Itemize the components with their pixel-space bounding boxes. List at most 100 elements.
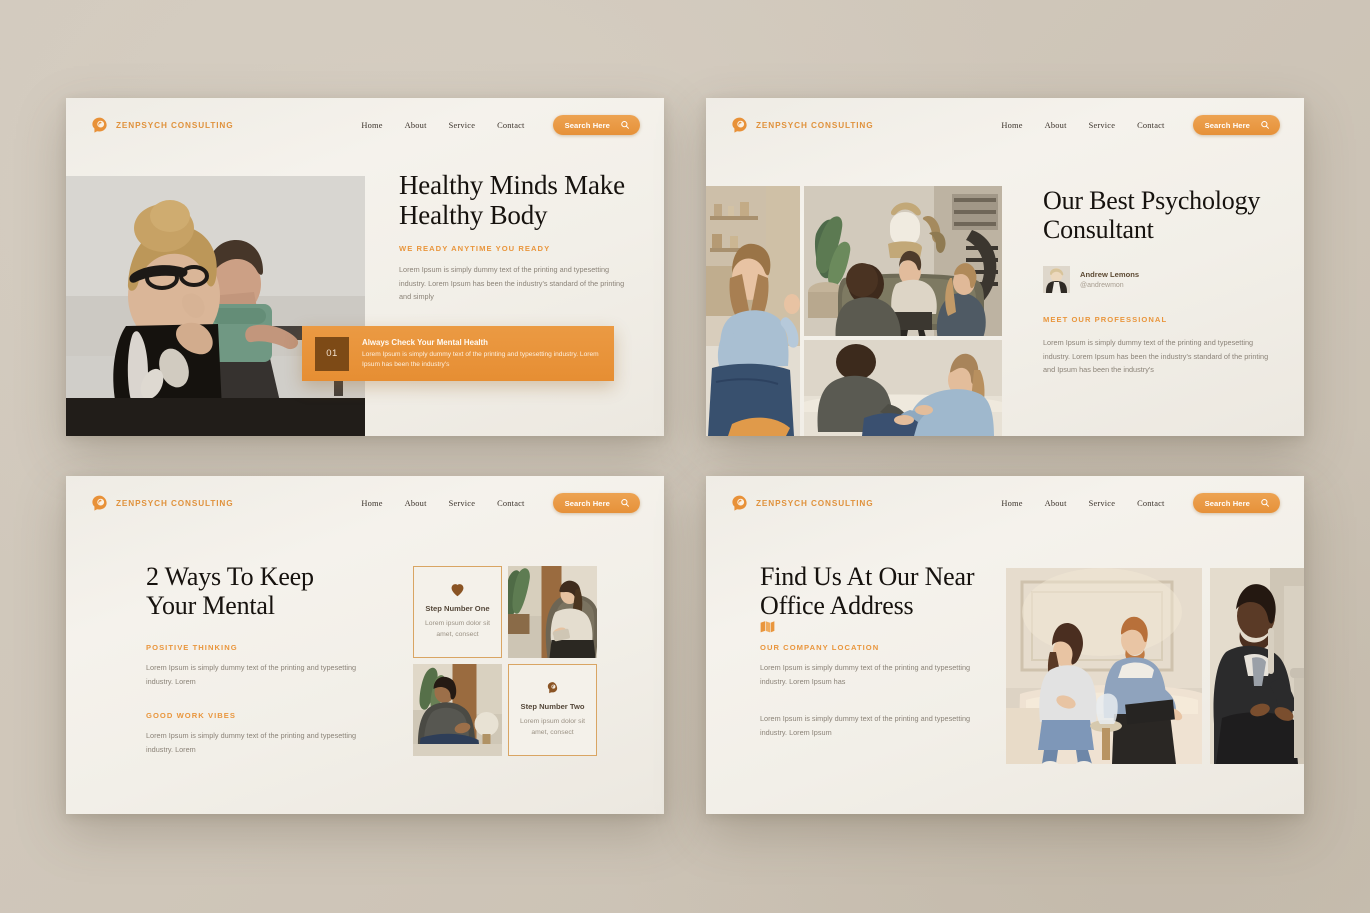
- nav-item-home[interactable]: Home: [361, 499, 382, 508]
- hero-copy: Healthy Minds Make Healthy Body WE READY…: [399, 170, 637, 304]
- nav-item-service[interactable]: Service: [1089, 121, 1116, 130]
- avatar: [1043, 266, 1070, 294]
- location-eyebrow: OUR COMPANY LOCATION: [760, 643, 880, 653]
- collage-photo-3: [804, 340, 1002, 436]
- brand-logo[interactable]: ZENPSYCH CONSULTING: [730, 494, 873, 513]
- step-photo-two: [413, 664, 502, 756]
- main-nav: Home About Service Contact Search Here: [361, 115, 640, 135]
- main-nav: Home About Service Contact Search Here: [1001, 115, 1280, 135]
- nav-item-service[interactable]: Service: [449, 499, 476, 508]
- nav-item-service[interactable]: Service: [1089, 499, 1116, 508]
- nav-item-contact[interactable]: Contact: [497, 121, 524, 130]
- consultant-copy: Our Best Psychology Consultant Andrew Le…: [1043, 186, 1275, 377]
- slide-header: ZENPSYCH CONSULTING Home About Service C…: [706, 98, 1304, 152]
- brand-logo[interactable]: ZENPSYCH CONSULTING: [90, 494, 233, 513]
- search-icon: [1260, 498, 1270, 508]
- step-photo-one: [508, 566, 597, 658]
- ways-eyebrow-2: GOOD WORK VIBES: [146, 711, 237, 721]
- page-title: Find Us At Our Near Office Address: [760, 562, 975, 621]
- nav-item-service[interactable]: Service: [449, 121, 476, 130]
- head-profile-icon: [545, 681, 560, 695]
- ways-body-1: Lorem Ipsum is simply dummy text of the …: [146, 663, 357, 686]
- step-card-two[interactable]: Step Number Two Lorem ipsum dolor sit am…: [508, 664, 597, 756]
- page-title: Our Best Psychology Consultant: [1043, 186, 1261, 245]
- nav-item-home[interactable]: Home: [1001, 499, 1022, 508]
- search-icon: [1260, 120, 1270, 130]
- location-body-1: Lorem Ipsum is simply dummy text of the …: [760, 663, 971, 686]
- nav-item-contact[interactable]: Contact: [1137, 121, 1164, 130]
- ways-body-2: Lorem Ipsum is simply dummy text of the …: [146, 731, 357, 754]
- slide-header: ZENPSYCH CONSULTING Home About Service C…: [66, 476, 664, 530]
- search-icon: [620, 498, 630, 508]
- hero-callout-card[interactable]: 01 Always Check Your Mental Health Lorem…: [302, 326, 614, 381]
- main-nav: Home About Service Contact Search Here: [1001, 493, 1280, 513]
- consultant-handle: @andrewmon: [1080, 282, 1124, 290]
- nav-item-home[interactable]: Home: [1001, 121, 1022, 130]
- brand-logo[interactable]: ZENPSYCH CONSULTING: [90, 116, 233, 135]
- brand-name: ZENPSYCH CONSULTING: [116, 498, 234, 508]
- head-brain-icon: [730, 494, 749, 513]
- search-button-label: Search Here: [564, 498, 610, 508]
- nav-item-about[interactable]: About: [405, 499, 427, 508]
- main-nav: Home About Service Contact Search Here: [361, 493, 640, 513]
- location-body-2: Lorem Ipsum is simply dummy text of the …: [760, 714, 971, 737]
- brand-name: ZENPSYCH CONSULTING: [756, 120, 874, 130]
- search-icon: [620, 120, 630, 130]
- location-copy: Find Us At Our Near Office Address OUR C…: [760, 562, 992, 739]
- consultant-body: Lorem Ipsum is simply dummy text of the …: [1043, 338, 1269, 375]
- callout-number: 01: [315, 336, 349, 371]
- collage-photo-1: [706, 186, 800, 436]
- head-brain-icon: [90, 116, 109, 135]
- page-title: Healthy Minds Make Healthy Body: [399, 170, 625, 231]
- hero-body: Lorem Ipsum is simply dummy text of the …: [399, 265, 625, 302]
- search-button-label: Search Here: [564, 120, 610, 130]
- step-body: Lorem ipsum dolor sit amet, consect: [520, 718, 585, 736]
- slide-ways[interactable]: ZENPSYCH CONSULTING Home About Service C…: [66, 476, 664, 814]
- presentation-stage: ZENPSYCH CONSULTING Home About Service C…: [0, 0, 1370, 913]
- consultant-photo-collage: [706, 186, 1006, 436]
- head-brain-icon: [730, 116, 749, 135]
- location-photos: [1006, 568, 1304, 764]
- brand-name: ZENPSYCH CONSULTING: [116, 120, 234, 130]
- head-brain-icon: [90, 494, 109, 513]
- callout-body: Lorem Ipsum is simply dummy text of the …: [362, 350, 599, 368]
- search-button-label: Search Here: [1204, 120, 1250, 130]
- heart-icon: [450, 583, 465, 597]
- nav-item-about[interactable]: About: [405, 121, 427, 130]
- nav-item-about[interactable]: About: [1045, 121, 1067, 130]
- office-photo-tall: [1210, 568, 1304, 764]
- collage-photo-2: [804, 186, 1002, 336]
- step-title: Step Number Two: [520, 702, 585, 712]
- search-button[interactable]: Search Here: [1192, 115, 1280, 135]
- brand-logo[interactable]: ZENPSYCH CONSULTING: [730, 116, 873, 135]
- ways-eyebrow-1: POSITIVE THINKING: [146, 643, 238, 653]
- hero-eyebrow: WE READY ANYTIME YOU READY: [399, 244, 551, 254]
- search-button[interactable]: Search Here: [552, 115, 640, 135]
- search-button[interactable]: Search Here: [1192, 493, 1280, 513]
- brand-name: ZENPSYCH CONSULTING: [756, 498, 874, 508]
- slide-header: ZENPSYCH CONSULTING Home About Service C…: [706, 476, 1304, 530]
- step-card-one[interactable]: Step Number One Lorem ipsum dolor sit am…: [413, 566, 502, 658]
- slide-location[interactable]: ZENPSYCH CONSULTING Home About Service C…: [706, 476, 1304, 814]
- steps-grid: Step Number One Lorem ipsum dolor sit am…: [413, 566, 597, 756]
- nav-item-contact[interactable]: Contact: [1137, 499, 1164, 508]
- callout-title: Always Check Your Mental Health: [362, 337, 488, 347]
- step-body: Lorem ipsum dolor sit amet, consect: [425, 620, 490, 638]
- nav-item-about[interactable]: About: [1045, 499, 1067, 508]
- slide-hero[interactable]: ZENPSYCH CONSULTING Home About Service C…: [66, 98, 664, 436]
- map-icon: [760, 620, 992, 633]
- nav-item-home[interactable]: Home: [361, 121, 382, 130]
- nav-item-contact[interactable]: Contact: [497, 499, 524, 508]
- consultant-eyebrow: MEET OUR PROFESSIONAL: [1043, 315, 1168, 325]
- step-title: Step Number One: [425, 604, 490, 614]
- hero-photo: [66, 176, 365, 436]
- consultant-name: Andrew Lemons: [1080, 270, 1140, 280]
- office-photo-wide: [1006, 568, 1202, 764]
- slide-consultant[interactable]: ZENPSYCH CONSULTING Home About Service C…: [706, 98, 1304, 436]
- search-button[interactable]: Search Here: [552, 493, 640, 513]
- search-button-label: Search Here: [1204, 498, 1250, 508]
- consultant-profile[interactable]: Andrew Lemons @andrewmon: [1043, 266, 1275, 294]
- ways-copy: 2 Ways To Keep Your Mental POSITIVE THIN…: [146, 562, 358, 756]
- page-title: 2 Ways To Keep Your Mental: [146, 562, 314, 621]
- slide-header: ZENPSYCH CONSULTING Home About Service C…: [66, 98, 664, 152]
